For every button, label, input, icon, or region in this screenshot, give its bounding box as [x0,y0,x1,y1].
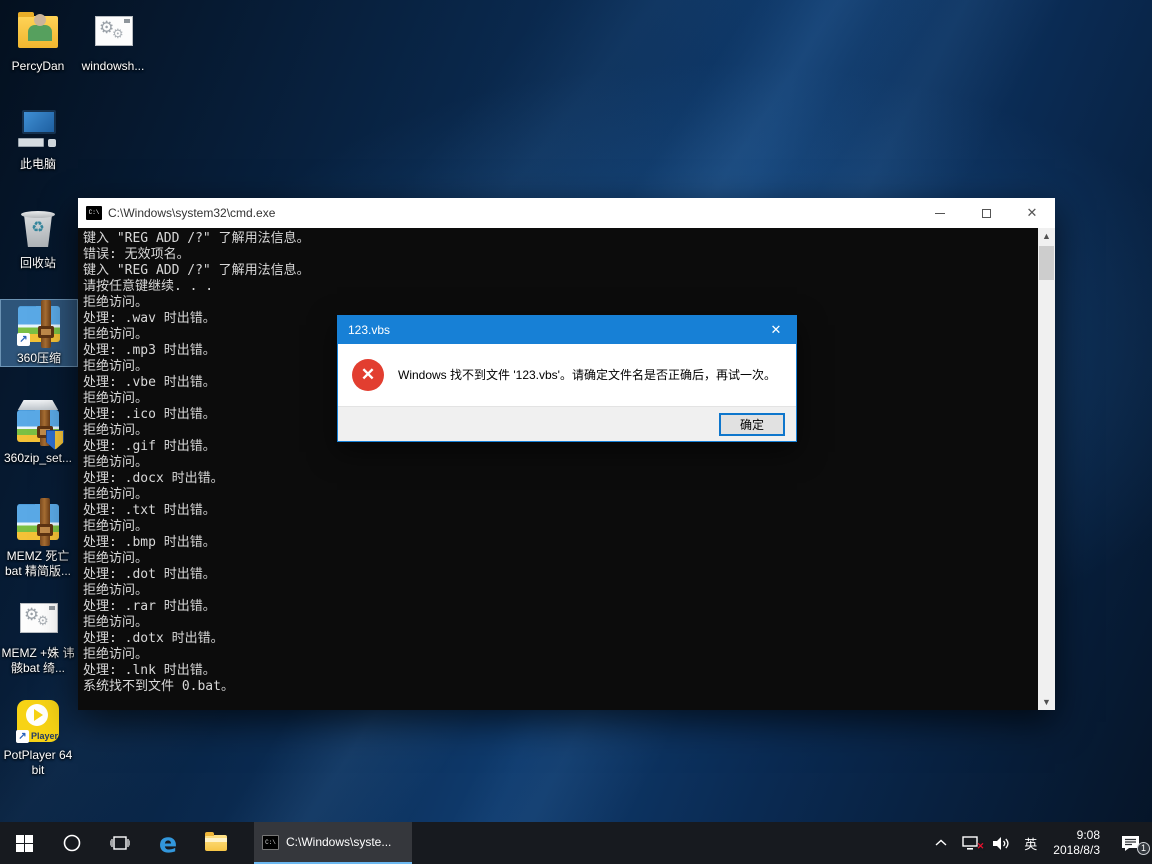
network-status-button[interactable]: ✕ [954,822,986,864]
taskbar-cmd-label: C:\Windows\syste... [286,835,392,849]
shortcut-arrow-icon: ↗ [16,730,29,743]
cmd-output-line: 处理: .docx 时出错。 [83,471,224,486]
dialog-footer: 确定 [338,406,796,441]
scrollbar-thumb[interactable] [1039,246,1054,280]
speaker-icon [993,836,1009,850]
shortcut-arrow-icon: ↗ [17,333,30,346]
desktop-icon-label: PercyDan [11,59,65,73]
desktop-icon-label: windowsh... [81,59,145,73]
system-tray: ✕ 英 9:08 2018/8/3 1 [928,822,1152,864]
ime-indicator[interactable]: 英 [1017,822,1044,864]
cmd-window: C:\ C:\Windows\system32\cmd.exe ✕ 键入 "RE… [78,198,1055,710]
script-gears-icon: ⚙ ⚙ [89,8,137,56]
cmd-window-title: C:\Windows\system32\cmd.exe [108,206,276,220]
tray-expand-button[interactable] [928,822,954,864]
taskbar: e C:\ C:\Windows\syste... ✕ 英 9:08 2018/… [0,822,1152,864]
cmd-output-line: 处理: .dotx 时出错。 [83,631,224,646]
scrollbar[interactable]: ▲ ▼ [1038,228,1055,710]
network-error-icon: ✕ [976,841,985,851]
dialog-message: Windows 找不到文件 '123.vbs'。请确定文件名是否正确后，再试一次… [398,368,776,382]
desktop-icon-label: 此电脑 [19,157,56,171]
desktop-icon-recycle-bin[interactable]: ♻ 回收站 [0,205,76,271]
desktop-icon-label: 回收站 [19,256,56,270]
search-button[interactable] [48,822,96,864]
edge-button[interactable]: e [144,822,192,864]
cmd-output-line: 拒绝访问。 [83,455,149,470]
task-view-button[interactable] [96,822,144,864]
desktop-icon-360zip[interactable]: ↗ 360压缩 [0,299,78,367]
desktop-icon-percydan[interactable]: PercyDan [0,8,76,74]
file-explorer-button[interactable] [192,822,240,864]
dialog-close-icon[interactable]: ✕ [756,316,796,344]
cmd-app-icon: C:\ [86,206,102,220]
user-folder-icon [14,8,62,56]
cmd-output-line: 键入 "REG ADD /?" 了解用法信息。 [83,231,310,246]
clock[interactable]: 9:08 2018/8/3 [1044,828,1109,858]
cmd-output-line: 处理: .bmp 时出错。 [83,535,216,550]
installer-icon [14,400,64,450]
script-gears-icon: ⚙ ⚙ [14,595,62,643]
desktop-icon-memz-bat[interactable]: MEMZ 死亡 bat 精简版... [0,498,76,579]
cmd-icon: C:\ [262,834,279,850]
taskbar-cmd-button[interactable]: C:\ C:\Windows\syste... [254,822,412,864]
cmd-output-area[interactable]: 键入 "REG ADD /?" 了解用法信息。 错误: 无效项名。 键入 "REG … [78,228,1055,710]
cmd-output-line: 拒绝访问。 [83,551,149,566]
cmd-output: 键入 "REG ADD /?" 了解用法信息。 错误: 无效项名。 键入 "REG … [83,231,1035,695]
chevron-up-icon [935,839,947,846]
folder-icon [205,832,227,851]
zip-folder-icon: ↗ [15,300,63,348]
maximize-button[interactable] [963,198,1009,228]
edge-icon: e [158,827,178,859]
close-button[interactable]: ✕ [1009,198,1055,228]
cmd-output-line: 处理: .lnk 时出错。 [83,663,216,678]
dialog-title: 123.vbs [348,323,391,337]
dialog-titlebar[interactable]: 123.vbs ✕ [338,316,796,344]
desktop-icon-memz-bat-2[interactable]: ⚙ ⚙ MEMZ +姝 讳骸bat 绮... [0,595,76,676]
error-dialog: 123.vbs ✕ ✕ Windows 找不到文件 '123.vbs'。请确定文… [337,315,797,442]
desktop-icon-label: MEMZ 死亡 bat 精简版... [4,549,72,578]
computer-icon [14,106,62,154]
windows-logo-icon [15,834,33,852]
desktop-icon-label: 360压缩 [16,351,62,365]
search-icon [63,834,81,852]
desktop-icon-label: 360zip_set... [3,451,73,465]
cmd-output-line: 请按任意键继续. . . [83,279,214,294]
desktop-icon-label: MEMZ +姝 讳骸bat 绮... [1,646,75,675]
cmd-output-line: 拒绝访问。 [83,487,149,502]
potplayer-icon: Player ↗ [14,697,62,745]
notification-badge: 1 [1137,842,1150,855]
desktop-icon-label: PotPlayer 64 bit [3,748,73,777]
volume-button[interactable] [986,822,1017,864]
desktop-icon-potplayer[interactable]: Player ↗ PotPlayer 64 bit [0,697,76,778]
desktop-icon-360zip-setup[interactable]: 360zip_set... [0,400,76,466]
uac-shield-icon [46,430,64,450]
desktop-icon-this-pc[interactable]: 此电脑 [0,106,76,172]
scroll-down-icon[interactable]: ▼ [1038,694,1055,710]
clock-time: 9:08 [1076,828,1100,842]
action-center-button[interactable]: 1 [1109,822,1152,864]
cmd-output-line: 拒绝访问。 [83,295,149,310]
cmd-output-line: 系统找不到文件 0.bat。 [83,679,234,694]
cmd-output-line: 拒绝访问。 [83,583,149,598]
recycle-bin-icon: ♻ [14,205,62,253]
cmd-output-line: 键入 "REG ADD /?" 了解用法信息。 [83,263,310,278]
cmd-output-line: 错误: 无效项名。 [83,247,190,262]
start-button[interactable] [0,822,48,864]
ok-button[interactable]: 确定 [719,412,785,436]
scroll-up-icon[interactable]: ▲ [1038,228,1055,244]
desktop-icon-windowsh[interactable]: ⚙ ⚙ windowsh... [75,8,151,74]
minimize-button[interactable] [917,198,963,228]
clock-date: 2018/8/3 [1053,843,1100,857]
cmd-output-line: 拒绝访问。 [83,647,149,662]
error-icon: ✕ [352,359,384,391]
task-view-icon [110,836,130,850]
cmd-output-line: 拒绝访问。 [83,615,149,630]
cmd-output-line: 处理: .dot 时出错。 [83,567,216,582]
cmd-titlebar[interactable]: C:\ C:\Windows\system32\cmd.exe ✕ [78,198,1055,228]
cmd-output-line: 处理: .rar 时出错。 [83,599,216,614]
cmd-output-line: 拒绝访问。 [83,519,149,534]
zip-folder-icon [14,498,62,546]
cmd-output-line: 处理: .txt 时出错。 [83,503,216,518]
dialog-body: ✕ Windows 找不到文件 '123.vbs'。请确定文件名是否正确后，再试… [338,344,796,406]
